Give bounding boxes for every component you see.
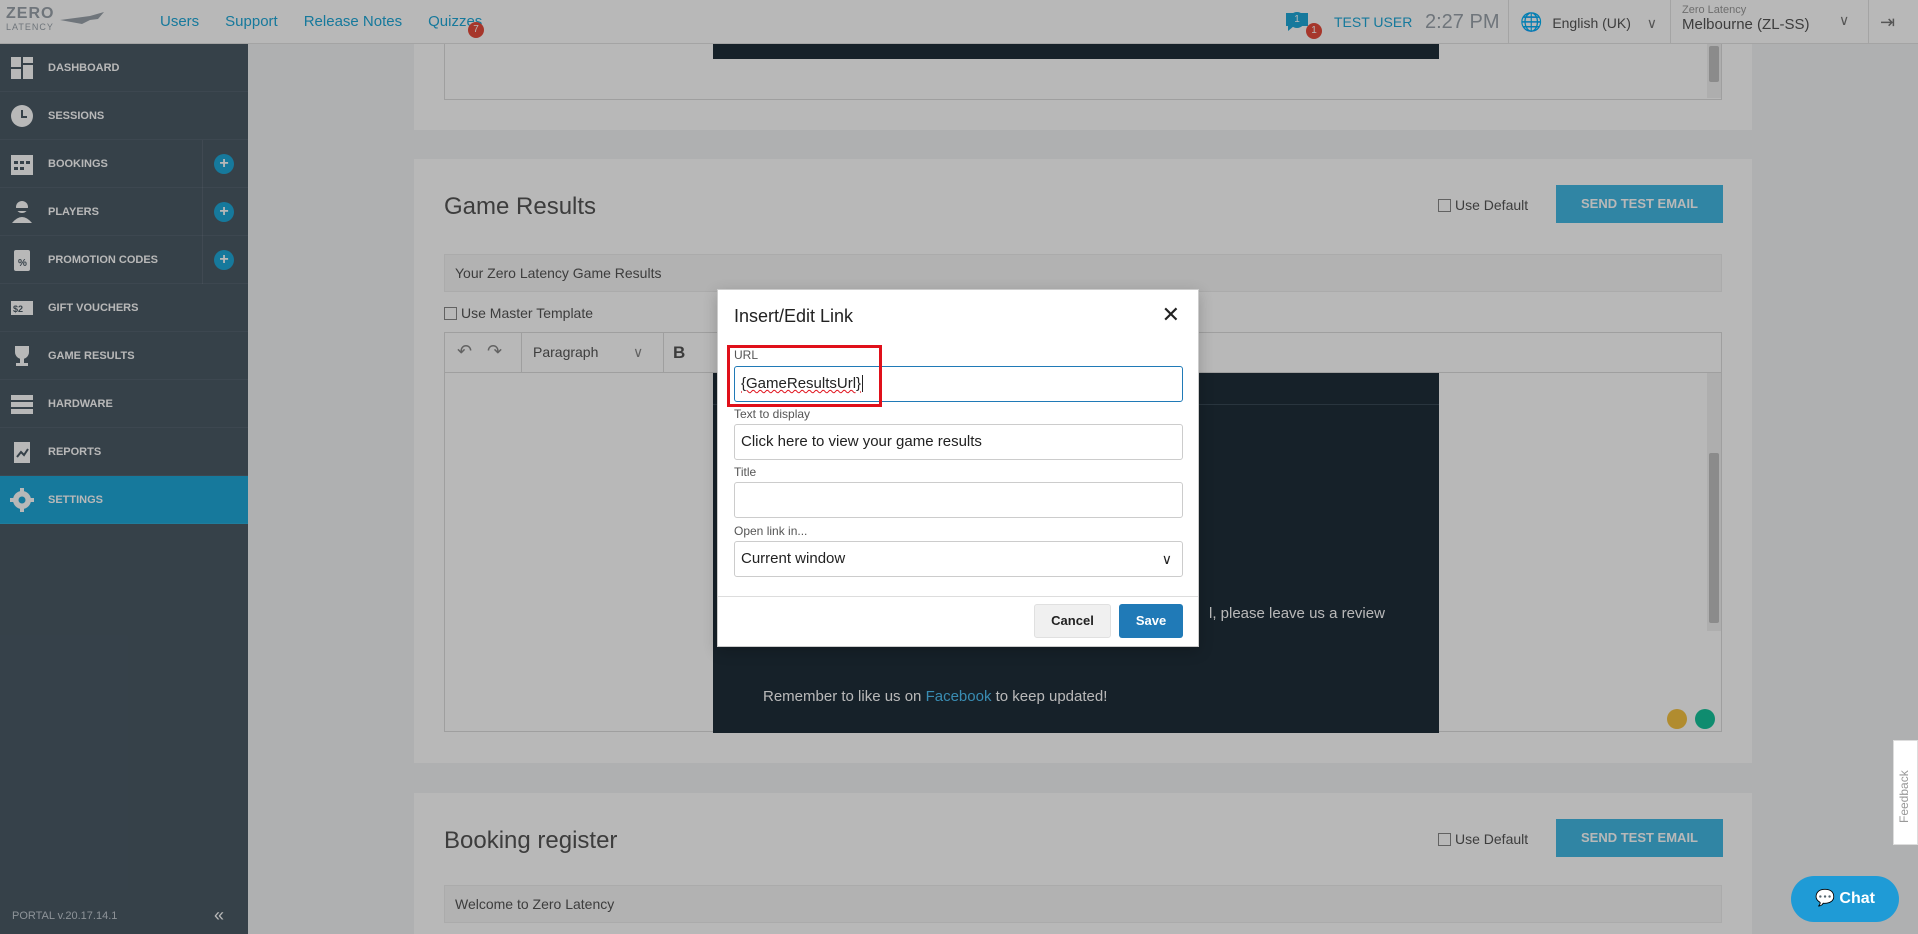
dialog-title: Insert/Edit Link: [734, 306, 854, 326]
chat-icon: 💬: [1815, 890, 1835, 907]
feedback-tab[interactable]: Feedback: [1893, 740, 1918, 845]
close-icon[interactable]: ✕: [1162, 302, 1180, 328]
title-label: Title: [734, 465, 757, 479]
open-link-in-label: Open link in...: [734, 524, 808, 538]
save-button[interactable]: Save: [1119, 604, 1183, 638]
cancel-button[interactable]: Cancel: [1034, 604, 1111, 638]
chat-button[interactable]: 💬 Chat: [1791, 876, 1899, 922]
chevron-down-icon: ∨: [1161, 551, 1172, 567]
dialog-footer: [718, 596, 1198, 597]
text-to-display-label: Text to display: [734, 407, 811, 421]
open-link-in-select[interactable]: Current window ∨: [734, 541, 1183, 577]
insert-edit-link-dialog: Insert/Edit Link ✕ URL {GameResultsUrl} …: [717, 289, 1199, 647]
text-to-display-input[interactable]: Click here to view your game results: [734, 424, 1183, 460]
highlight-annotation: [727, 345, 882, 407]
title-input[interactable]: [734, 482, 1183, 518]
